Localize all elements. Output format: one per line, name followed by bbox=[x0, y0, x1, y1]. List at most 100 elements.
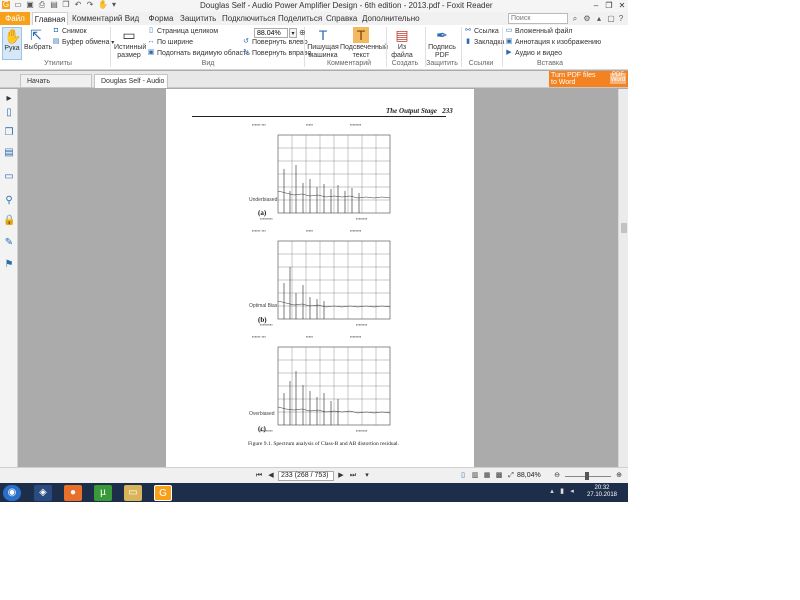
search-icon[interactable]: ⌕ bbox=[570, 13, 580, 24]
hand-tool-button[interactable]: ✋ Рука bbox=[2, 27, 22, 60]
tab-file[interactable]: Файл bbox=[0, 12, 30, 25]
maximize-button[interactable]: ❐ bbox=[603, 0, 615, 11]
tab-document[interactable]: Douglas Self - Audio Po... bbox=[94, 74, 168, 88]
save-icon[interactable]: ▣ bbox=[26, 1, 34, 9]
tab-home[interactable]: Главная bbox=[32, 12, 68, 25]
tab-view[interactable]: Вид bbox=[122, 12, 142, 25]
fit-width-button[interactable]: ↔ По ширине bbox=[147, 38, 193, 48]
bookmarks-panel-icon[interactable]: ▭ bbox=[3, 171, 15, 183]
group-separator bbox=[110, 27, 111, 67]
zoom-dropdown-icon[interactable]: ▾ bbox=[289, 28, 297, 38]
zoom-slider-knob[interactable] bbox=[585, 472, 589, 480]
minimize-button[interactable]: – bbox=[590, 0, 602, 11]
destinations-panel-icon[interactable]: ⚑ bbox=[3, 259, 15, 271]
redo-icon[interactable]: ↷ bbox=[86, 1, 94, 9]
image-annotation-button[interactable]: ▣ Аннотация к изображению bbox=[505, 38, 601, 48]
rotate-right-button[interactable]: ↻ Повернуть вправо bbox=[242, 49, 311, 59]
ribbon: ✋ Рука ⇱ Выбрать ◘ Снимок ▤ Буфер обмена ▾… bbox=[0, 25, 628, 70]
single-page-view-icon[interactable]: ▯ bbox=[458, 471, 468, 481]
previous-page-icon[interactable]: ◀ bbox=[266, 471, 276, 481]
continuous-facing-view-icon[interactable]: ▩ bbox=[494, 471, 504, 481]
page-dropdown-icon[interactable]: ▾ bbox=[362, 471, 372, 481]
attachment-button[interactable]: ▭ Вложенный файл bbox=[505, 27, 573, 37]
foxit-reader-taskbar-icon[interactable]: G bbox=[154, 485, 172, 501]
tab-form[interactable]: Форма bbox=[148, 12, 174, 25]
tab-connect[interactable]: Подключиться bbox=[222, 12, 276, 25]
highlight-text-button[interactable]: T Подсвеченный текст bbox=[340, 27, 388, 60]
network-icon[interactable]: ▮ bbox=[558, 488, 566, 496]
last-page-icon[interactable]: ⏭ bbox=[348, 471, 358, 481]
page-number-field[interactable]: 233 (268 / 753) bbox=[278, 471, 334, 481]
convert-to-word-banner[interactable]: Turn PDF files to Word PDF Word bbox=[549, 71, 628, 87]
copy-icon[interactable]: ❐ bbox=[62, 1, 70, 9]
zoom-out-icon[interactable]: ⊖ bbox=[552, 471, 562, 481]
group-label-tools: Утилиты bbox=[44, 60, 72, 67]
tab-share[interactable]: Поделиться bbox=[278, 12, 322, 25]
first-page-icon[interactable]: ⏮ bbox=[254, 471, 264, 481]
plot-header-text: ▪▪▪▪▪▪ ▪▪▪ bbox=[252, 122, 266, 127]
actual-size-icon: ▭ bbox=[122, 27, 136, 43]
fullscreen-icon[interactable]: ⤢ bbox=[506, 471, 516, 481]
file-explorer-icon[interactable]: ▭ bbox=[124, 485, 142, 501]
next-page-icon[interactable]: ▶ bbox=[336, 471, 346, 481]
search-input[interactable] bbox=[508, 13, 568, 24]
help-icon[interactable]: ? bbox=[616, 13, 626, 24]
tab-comment[interactable]: Комментарий bbox=[72, 12, 122, 25]
undo-icon[interactable]: ↶ bbox=[74, 1, 82, 9]
pin-sidebar-icon[interactable]: ▸ bbox=[3, 93, 15, 105]
volume-icon[interactable]: ◂ bbox=[568, 488, 576, 496]
settings-icon[interactable]: ⚙ bbox=[582, 13, 592, 24]
zoom-input[interactable] bbox=[254, 28, 288, 38]
fit-page-button[interactable]: ▯ Страница целиком bbox=[147, 27, 218, 37]
tab-protect[interactable]: Защитить bbox=[180, 12, 216, 25]
pages-panel-icon[interactable]: ▯ bbox=[3, 107, 15, 119]
tab-help[interactable]: Справка bbox=[326, 12, 357, 25]
select-tool-button[interactable]: ⇱ Выбрать bbox=[24, 27, 52, 60]
firefox-icon[interactable]: ● bbox=[64, 485, 82, 501]
bookmark-button[interactable]: ▮ Закладка bbox=[464, 38, 504, 48]
taskbar-clock[interactable]: 20:32 27.10.2018 bbox=[582, 485, 622, 499]
status-zoom-in-icon[interactable]: ⊕ bbox=[614, 471, 624, 481]
scrollbar-thumb[interactable] bbox=[621, 223, 627, 233]
spectrum-plot-b bbox=[277, 240, 391, 320]
start-button-icon[interactable]: ◉ bbox=[3, 485, 21, 501]
fit-page-icon: ▯ bbox=[149, 27, 153, 35]
spectrum-plot-c bbox=[277, 346, 391, 426]
comments-panel-icon[interactable]: ▤ bbox=[3, 147, 15, 159]
security-panel-icon[interactable]: 🔒 bbox=[3, 215, 15, 227]
continuous-view-icon[interactable]: ▥ bbox=[470, 471, 480, 481]
plot-header-text: ▪▪▪▪▪▪▪▪ bbox=[350, 228, 362, 233]
layers-panel-icon[interactable]: ❐ bbox=[3, 127, 15, 139]
from-file-button[interactable]: ▤ Из файла bbox=[390, 27, 414, 60]
link-icon: ⚯ bbox=[465, 27, 471, 35]
rotate-left-button[interactable]: ↺ Повернуть влево bbox=[242, 38, 308, 48]
attachments-panel-icon[interactable]: ⚲ bbox=[3, 195, 15, 207]
tab-start[interactable]: Начать bbox=[20, 74, 92, 88]
vertical-scrollbar[interactable] bbox=[618, 89, 628, 467]
account-icon[interactable]: ▴ bbox=[594, 13, 604, 24]
sign-pdf-button[interactable]: ✒ Подпись PDF bbox=[428, 27, 456, 60]
snapshot-button[interactable]: ◘ Снимок bbox=[52, 27, 87, 37]
clipboard-button[interactable]: ▤ Буфер обмена ▾ bbox=[52, 38, 115, 48]
taskbar-app-icon[interactable]: ◈ bbox=[34, 485, 52, 501]
open-icon[interactable]: ▭ bbox=[14, 1, 22, 9]
typewriter-button[interactable]: T Пишущая машинка bbox=[307, 27, 339, 60]
utorrent-icon[interactable]: µ bbox=[94, 485, 112, 501]
tray-arrow-icon[interactable]: ▴ bbox=[548, 488, 556, 496]
plot-footer-text: ▪▪▪▪▪▪▪▪▪ bbox=[260, 216, 273, 221]
new-icon[interactable]: ▤ bbox=[50, 1, 58, 9]
group-separator bbox=[386, 27, 387, 67]
hand-tool-quick-icon[interactable]: ✋ bbox=[98, 1, 108, 9]
actual-size-button[interactable]: ▭ Истинный размер bbox=[114, 27, 146, 60]
zoom-in-icon[interactable]: ⊕ bbox=[299, 28, 306, 38]
facing-view-icon[interactable]: ▦ bbox=[482, 471, 492, 481]
audio-video-button[interactable]: ▶ Аудио и видео bbox=[505, 49, 562, 59]
fit-visible-button[interactable]: ▣ Подогнать видимую область bbox=[147, 49, 250, 59]
tab-more[interactable]: Дополнительно bbox=[362, 12, 420, 25]
ribbon-collapse-icon[interactable]: ▢ bbox=[606, 13, 616, 24]
link-button[interactable]: ⚯ Ссылка bbox=[464, 27, 499, 37]
close-button[interactable]: ✕ bbox=[616, 0, 628, 11]
customize-icon[interactable]: ▾ bbox=[110, 1, 118, 9]
signatures-panel-icon[interactable]: ✎ bbox=[3, 237, 15, 249]
print-icon[interactable]: ⎙ bbox=[38, 1, 46, 9]
